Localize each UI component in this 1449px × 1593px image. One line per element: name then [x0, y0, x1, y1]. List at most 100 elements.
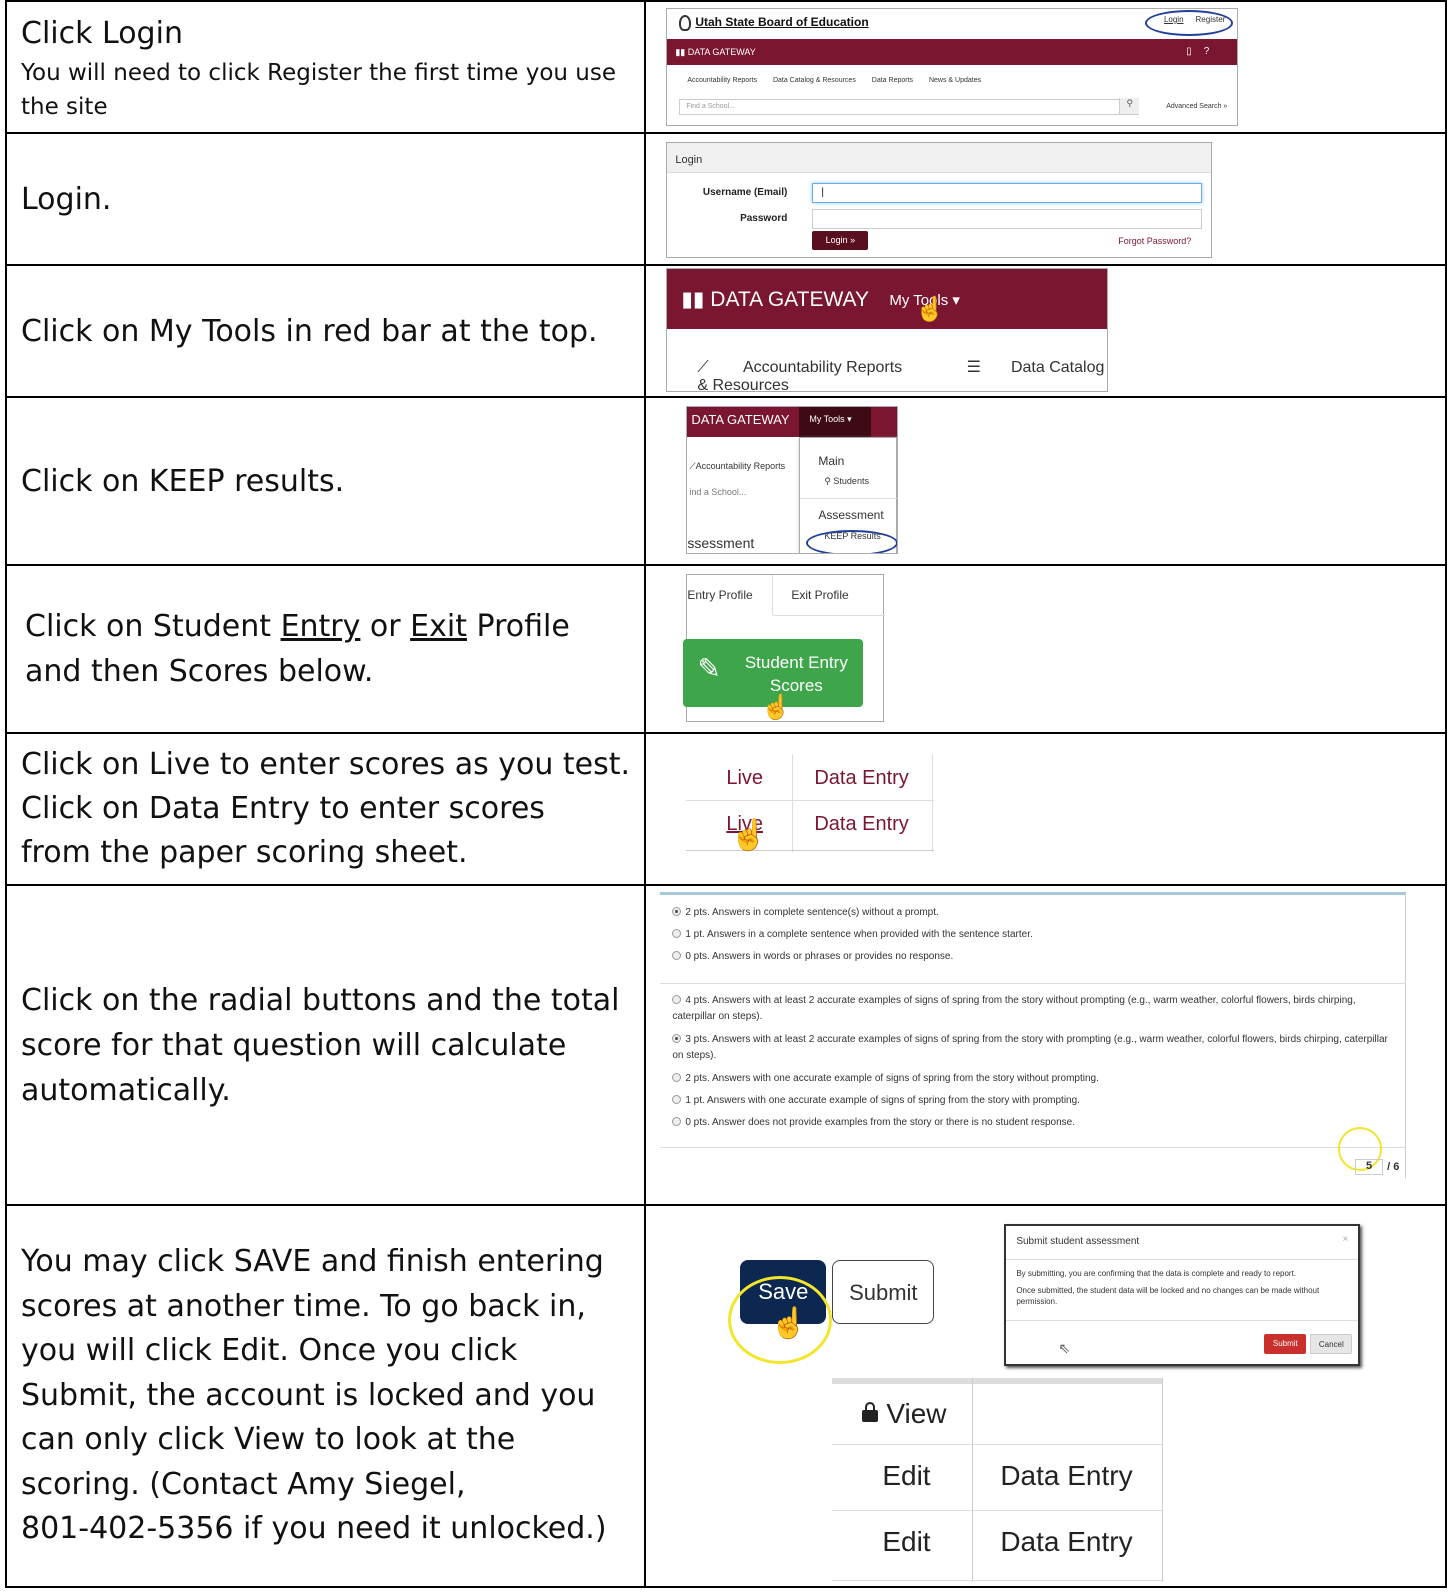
- password-field[interactable]: [812, 209, 1203, 229]
- dialog-submit-button[interactable]: Submit: [1264, 1334, 1307, 1354]
- tab-exit-profile[interactable]: Exit Profile: [791, 575, 848, 615]
- score-total: / 6: [1387, 1160, 1400, 1173]
- login-panel-shot: Login Username (Email) | Password Login …: [666, 142, 1213, 258]
- submit-button[interactable]: Submit: [832, 1260, 935, 1324]
- dialog-text-1: By submitting, you are confirming that t…: [1016, 1269, 1297, 1278]
- tab-entry-profile[interactable]: Entry Profile: [687, 575, 774, 615]
- total-score: 5/ 6: [1355, 1159, 1399, 1175]
- toolbar-icons: ▯?: [1186, 46, 1222, 57]
- step-note: You will need to click Register the firs…: [21, 59, 617, 120]
- assessment-heading: ssessment: [687, 535, 755, 551]
- nav-accountability[interactable]: ⟋ Accountability Reports: [697, 359, 932, 376]
- nav-news[interactable]: News & Updates: [929, 77, 981, 84]
- nav-data-reports[interactable]: Data Reports: [872, 77, 913, 84]
- instruction-part: Profile: [466, 609, 570, 644]
- instruction-part: Click on Student: [25, 609, 281, 644]
- rubric-option-label: 0 pts. Answers in words or phrases or pr…: [685, 951, 954, 962]
- data-entry-link[interactable]: Data Entry: [1000, 1526, 1132, 1558]
- menu-item-students[interactable]: ⚲ Students: [824, 476, 869, 487]
- step-instruction-5: can only click View to look at the: [21, 1422, 516, 1458]
- dialog-cancel-button[interactable]: Cancel: [1310, 1334, 1353, 1354]
- data-entry-link[interactable]: Data Entry: [1000, 1460, 1132, 1492]
- forgot-password-link[interactable]: Forgot Password?: [1118, 236, 1191, 246]
- rubric-option[interactable]: 1 pt. Answers with one accurate example …: [672, 1093, 1398, 1109]
- data-entry-link[interactable]: Data Entry: [814, 802, 908, 846]
- my-tools-menu[interactable]: My Tools ▾: [799, 407, 872, 437]
- site-header-shot: Utah State Board of Education Login Regis…: [666, 8, 1239, 126]
- step-row-save-submit: You may click SAVE and finish entering s…: [4, 1204, 1448, 1588]
- rubric-option[interactable]: 2 pts. Answers with one accurate example…: [672, 1071, 1398, 1087]
- gateway-bar: ▮▮ DATA GATEWAY ▯?: [667, 39, 1238, 65]
- list-icon: ☰: [966, 359, 981, 376]
- instruction-entry: Entry: [280, 609, 361, 644]
- step-row-login-form: Login. Login Username (Email) | Password…: [4, 132, 1447, 266]
- grid-line: [832, 1580, 1163, 1581]
- rubric-option[interactable]: 0 pts. Answers in words or phrases or pr…: [672, 949, 1398, 965]
- button-line-1: Student Entry: [744, 653, 848, 672]
- step-instruction-3: automatically.: [21, 1072, 231, 1108]
- search-wrap: ⚲: [679, 98, 1140, 115]
- pointer-cursor-icon: ⇖: [1058, 1340, 1071, 1356]
- step-instruction-4: Submit, the account is locked and you: [21, 1377, 596, 1413]
- gateway-title: DATA GATEWAY: [687, 47, 756, 57]
- login-button[interactable]: Login »: [812, 231, 869, 250]
- chart-icon: ▮▮: [675, 47, 688, 57]
- button-line-2: Scores: [769, 676, 823, 695]
- advanced-search-link[interactable]: Advanced Search »: [1166, 103, 1227, 110]
- hand-cursor-icon: ☝: [770, 1307, 808, 1340]
- view-edit-grid: View Edit Data Entry Edit Data Entry: [832, 1378, 1164, 1582]
- my-tools-dropdown: Main ⚲ Students Assessment KEEP Results: [799, 437, 898, 553]
- dialog-body: By submitting, you are confirming that t…: [1016, 1268, 1346, 1307]
- step-instruction-2: and then Scores below.: [25, 654, 374, 689]
- radio-button[interactable]: [672, 995, 682, 1004]
- radio-button[interactable]: [672, 1034, 682, 1043]
- edit-link[interactable]: Edit: [882, 1526, 930, 1558]
- rubric-option[interactable]: 2 pts. Answers in complete sentence(s) w…: [672, 905, 1398, 921]
- school-search-input[interactable]: ind a School...: [689, 487, 746, 497]
- username-field[interactable]: |: [812, 183, 1203, 203]
- hand-cursor-icon: ☝: [730, 819, 768, 852]
- radio-button[interactable]: [672, 1117, 682, 1126]
- instruction-table: Click Login You will need to click Regis…: [4, 0, 1448, 1588]
- close-icon[interactable]: ×: [1342, 1234, 1348, 1245]
- rubric-option[interactable]: 1 pt. Answers in a complete sentence whe…: [672, 927, 1398, 943]
- rubric-option-label: 1 pt. Answers in a complete sentence whe…: [685, 929, 1033, 940]
- step-screenshot: Login Username (Email) | Password Login …: [644, 132, 1447, 266]
- grid-line: [972, 1378, 974, 1582]
- rubric-option[interactable]: 4 pts. Answers with at least 2 accurate …: [672, 993, 1398, 1025]
- rubric-option-label: 0 pts. Answer does not provide examples …: [685, 1117, 1075, 1128]
- step-instruction-2: scores at another time. To go back in,: [21, 1288, 586, 1324]
- rubric-option[interactable]: 3 pts. Answers with at least 2 accurate …: [672, 1032, 1398, 1064]
- password-label: Password: [740, 213, 788, 224]
- hand-cursor-icon: ☝: [761, 694, 792, 721]
- pencil-icon: ✎: [697, 653, 721, 684]
- gateway-bar: DATA GATEWAY My Tools ▾: [687, 407, 898, 437]
- edit-link[interactable]: Edit: [882, 1460, 930, 1492]
- radio-button[interactable]: [672, 1095, 682, 1104]
- search-icon[interactable]: ⚲: [1119, 98, 1140, 114]
- nav-data-catalog[interactable]: Data Catalog & Resources: [773, 77, 856, 84]
- main-nav: Accountability Reports Data Catalog & Re…: [667, 65, 1237, 84]
- data-entry-link[interactable]: Data Entry: [814, 756, 908, 800]
- main-nav: ⟋ Accountability Reports ☰ Data Catalog &…: [697, 357, 1107, 395]
- view-link[interactable]: View: [862, 1398, 947, 1430]
- step-text: Click on Student Entry or Exit Profile a…: [4, 564, 647, 734]
- username-label: Username (Email): [702, 187, 788, 198]
- menu-heading-main: Main: [818, 454, 845, 468]
- nav-accountability[interactable]: ⟋Accountability Reports: [689, 461, 785, 472]
- radio-button[interactable]: [672, 929, 682, 938]
- live-link[interactable]: Live: [726, 756, 763, 800]
- gateway-bar: ▮▮ DATA GATEWAY My Tools ▾ ☝: [667, 269, 1108, 329]
- rubric-option[interactable]: 0 pts. Answer does not provide examples …: [672, 1115, 1398, 1131]
- radio-button[interactable]: [672, 951, 682, 960]
- divider: [660, 983, 1407, 984]
- save-submit-shot: Save ☝ Submit Submit student assessment …: [646, 1206, 1448, 1586]
- score-value: 5: [1355, 1159, 1384, 1175]
- rubric-option-label: 4 pts. Answers with at least 2 accurate …: [672, 995, 1356, 1022]
- grid-line: [832, 1444, 1163, 1445]
- step-instruction-3: from the paper scoring sheet.: [21, 835, 468, 870]
- radio-button[interactable]: [672, 907, 682, 916]
- step-text: Click on the radial buttons and the tota…: [4, 884, 647, 1206]
- radio-button[interactable]: [672, 1073, 682, 1082]
- nav-accountability[interactable]: Accountability Reports: [687, 77, 757, 84]
